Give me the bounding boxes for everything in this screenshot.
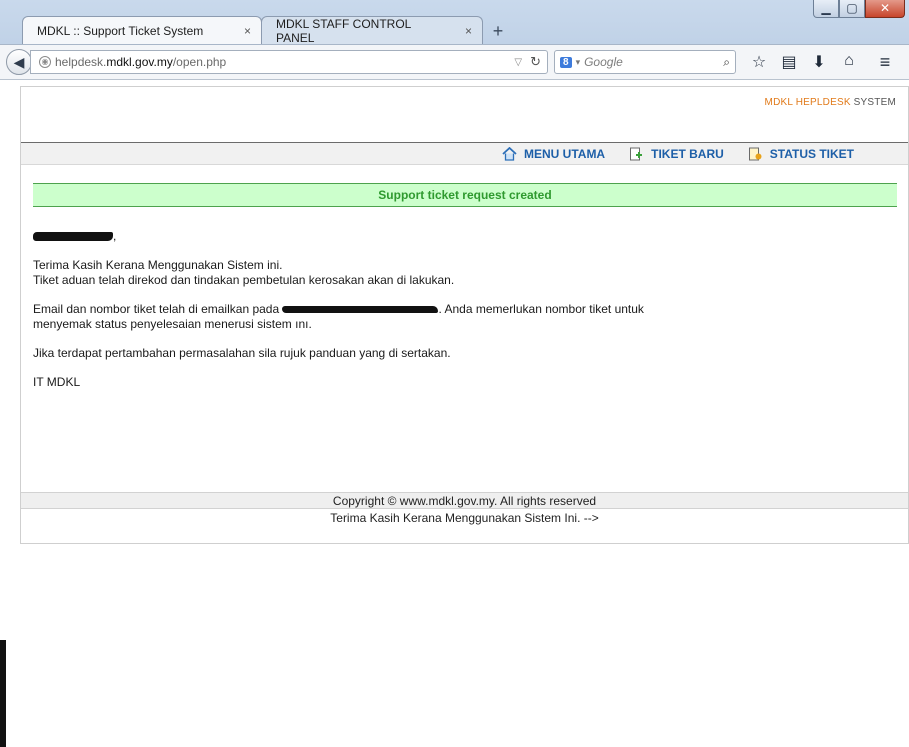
signature: IT MDKL bbox=[33, 375, 81, 389]
search-bar[interactable]: 8 ▾ Google ⌕ bbox=[554, 50, 736, 74]
email-paragraph: Email dan nombor tiket telah di emailkan… bbox=[33, 302, 644, 331]
redacted-name bbox=[33, 232, 113, 242]
page-viewport: MDKL HEPLDESK SYSTEM MENU UTAMA TIKET BA… bbox=[0, 80, 909, 747]
tab-support-ticket-system[interactable]: MDKL :: Support Ticket System × bbox=[22, 16, 262, 44]
footer-thanks: Terima Kasih Kerana Menggunakan Sistem I… bbox=[330, 511, 599, 525]
menu-item-label: TIKET BARU bbox=[651, 146, 724, 161]
url-history-dropdown-icon[interactable]: ▽ bbox=[514, 57, 522, 68]
downloads-icon[interactable]: ⬇ bbox=[804, 52, 834, 73]
new-tab-button[interactable]: + bbox=[483, 18, 513, 44]
document-status-icon bbox=[748, 147, 762, 161]
bookmark-star-icon[interactable]: ☆ bbox=[744, 52, 774, 73]
site-brand: MDKL HEPLDESK SYSTEM bbox=[765, 97, 896, 108]
tab-close-icon[interactable]: × bbox=[465, 24, 472, 38]
tab-label: MDKL :: Support Ticket System bbox=[37, 23, 204, 38]
main-menu: MENU UTAMA TIKET BARU STATUS TIKET bbox=[21, 142, 908, 165]
taskbar-edge bbox=[0, 640, 6, 747]
close-window-button[interactable]: ✕ bbox=[865, 0, 905, 18]
search-placeholder: Google bbox=[584, 55, 623, 69]
menu-item-status-tiket[interactable]: STATUS TIKET bbox=[748, 147, 854, 161]
search-icon[interactable]: ⌕ bbox=[723, 55, 730, 70]
menu-item-menu-utama[interactable]: MENU UTAMA bbox=[502, 146, 606, 161]
maximize-button[interactable]: ▢ bbox=[839, 0, 865, 18]
search-engine-dropdown-icon[interactable]: ▾ bbox=[576, 57, 581, 68]
toolbar-icons: ☆ ▤ ⬇ ⌂ ≡ bbox=[744, 52, 900, 73]
window-controls: ▁ ▢ ✕ bbox=[813, 0, 905, 18]
url-subdomain: helpdesk. bbox=[55, 55, 107, 69]
tab-close-icon[interactable]: × bbox=[244, 24, 251, 38]
back-arrow-icon: ◀ bbox=[13, 54, 25, 70]
brand-suffix: SYSTEM bbox=[850, 97, 896, 108]
guide-paragraph: Jika terdapat pertambahan permasalahan s… bbox=[33, 346, 451, 360]
bookmarks-menu-icon[interactable]: ▤ bbox=[774, 52, 804, 73]
redacted-email bbox=[282, 306, 439, 314]
hamburger-menu-icon[interactable]: ≡ bbox=[870, 52, 900, 73]
new-document-icon bbox=[629, 147, 643, 161]
globe-icon: ◉ bbox=[39, 56, 51, 68]
minimize-button[interactable]: ▁ bbox=[813, 0, 839, 18]
menu-item-tiket-baru[interactable]: TIKET BARU bbox=[629, 147, 724, 161]
brand-name: MDKL HEPLDESK bbox=[764, 97, 851, 108]
recipient-greeting: , bbox=[33, 229, 873, 244]
url-host: mdkl.gov.my bbox=[106, 55, 173, 69]
url-path: /open.php bbox=[172, 55, 227, 69]
search-engine-icon[interactable]: 8 bbox=[560, 56, 572, 68]
footer-copyright: Copyright © www.mdkl.gov.my. All rights … bbox=[21, 492, 908, 509]
tab-strip: MDKL :: Support Ticket System × MDKL STA… bbox=[22, 14, 513, 45]
reload-icon[interactable]: ↻ bbox=[530, 54, 541, 70]
tab-staff-control-panel[interactable]: MDKL STAFF CONTROL PANEL × bbox=[261, 16, 483, 45]
back-button[interactable]: ◀ bbox=[6, 49, 32, 75]
house-icon bbox=[502, 146, 517, 161]
browser-chrome: ▁ ▢ ✕ MDKL :: Support Ticket System × MD… bbox=[0, 0, 909, 80]
home-icon[interactable]: ⌂ bbox=[834, 52, 864, 73]
thanks-paragraph: Terima Kasih Kerana Menggunakan Sistem i… bbox=[33, 258, 455, 287]
confirmation-message: , Terima Kasih Kerana Menggunakan Sistem… bbox=[33, 229, 873, 390]
navigation-toolbar: ◀ ◉ helpdesk. mdkl.gov.my /open.php ▽ ↻ … bbox=[0, 44, 909, 80]
success-notice: Support ticket request created bbox=[33, 183, 897, 207]
menu-item-label: STATUS TIKET bbox=[769, 146, 854, 161]
menu-item-label: MENU UTAMA bbox=[524, 146, 606, 161]
url-bar[interactable]: ◉ helpdesk. mdkl.gov.my /open.php ▽ ↻ bbox=[30, 50, 548, 74]
helpdesk-page: MDKL HEPLDESK SYSTEM MENU UTAMA TIKET BA… bbox=[20, 86, 909, 544]
tab-label: MDKL STAFF CONTROL PANEL bbox=[276, 16, 411, 45]
